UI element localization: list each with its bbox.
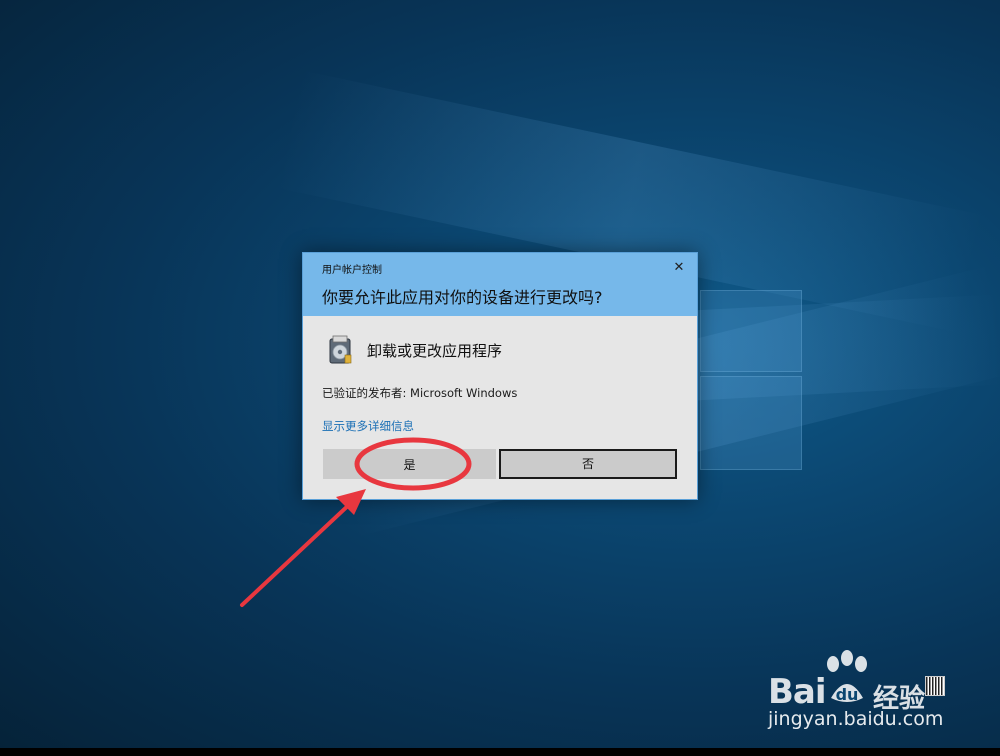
watermark-brand: Bai <box>768 672 827 712</box>
yes-button[interactable]: 是 <box>323 449 496 479</box>
dialog-question: 你要允许此应用对你的设备进行更改吗? <box>322 288 603 307</box>
dialog-caption: 用户帐户控制 <box>322 265 382 276</box>
svg-text:du: du <box>836 685 859 704</box>
windows-logo-pane <box>700 290 802 372</box>
no-button[interactable]: 否 <box>499 449 677 479</box>
windows-logo-pane <box>700 376 802 470</box>
qr-mark <box>925 676 945 696</box>
watermark-url: jingyan.baidu.com <box>768 708 944 730</box>
close-icon[interactable]: ✕ <box>669 259 689 277</box>
installer-icon <box>329 335 352 364</box>
uac-dialog: 用户帐户控制 ✕ 你要允许此应用对你的设备进行更改吗? 卸载或更改应用程序 已验… <box>302 252 698 500</box>
show-details-link[interactable]: 显示更多详细信息 <box>322 418 414 434</box>
app-name: 卸载或更改应用程序 <box>367 342 503 360</box>
screen-bezel <box>0 748 1000 756</box>
uac-header: 用户帐户控制 ✕ 你要允许此应用对你的设备进行更改吗? <box>303 253 697 316</box>
baidu-watermark: Bai du 经验 jingyan.baidu.com <box>765 650 965 740</box>
paw-icon: du <box>827 650 867 704</box>
publisher-text: 已验证的发布者: Microsoft Windows <box>322 386 518 400</box>
